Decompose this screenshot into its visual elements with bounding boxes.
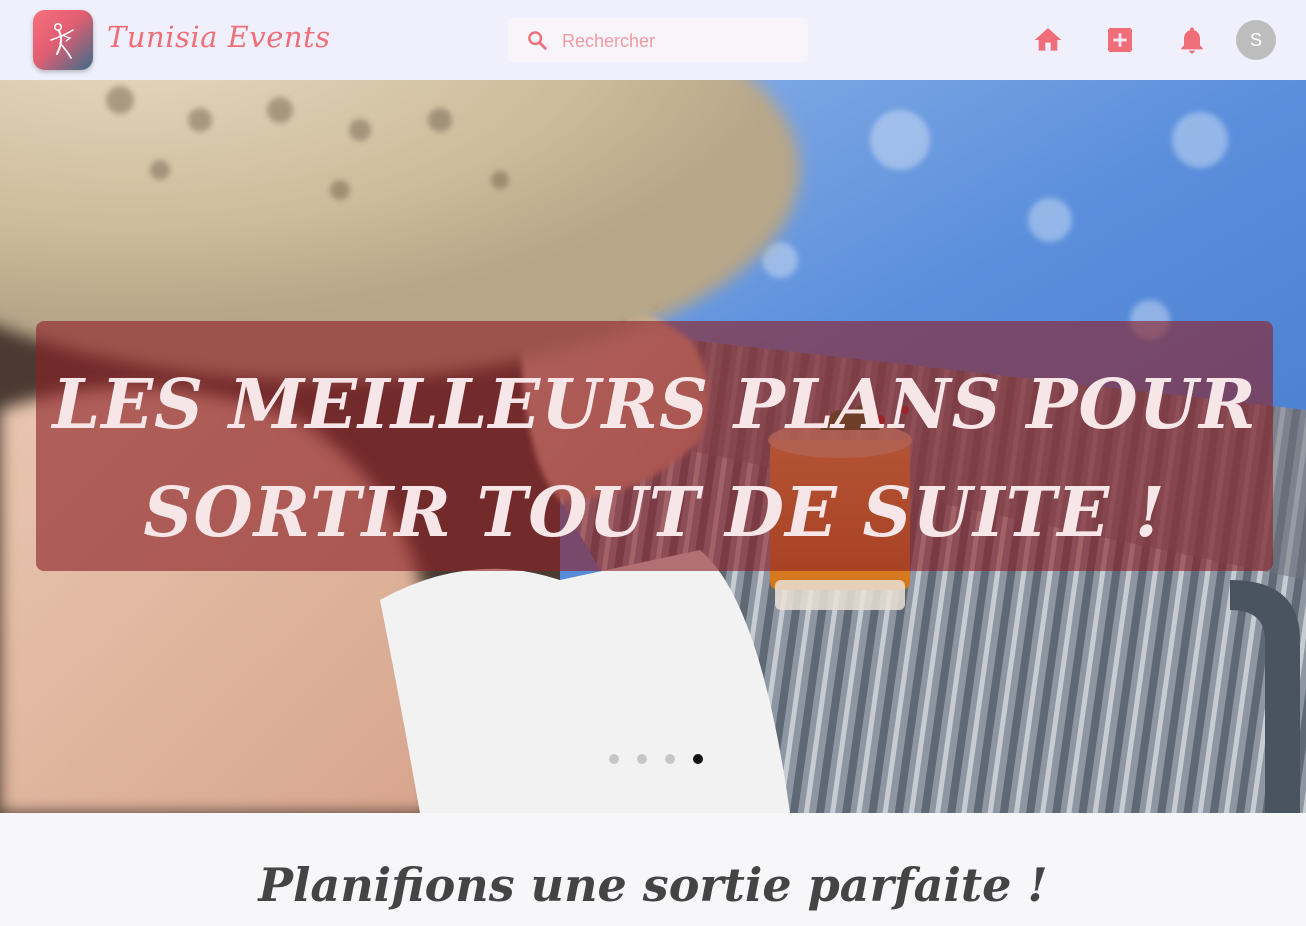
home-icon[interactable]	[1032, 24, 1064, 56]
section-heading: Planifions une sortie parfaite !	[258, 858, 1048, 912]
search-bar	[508, 18, 808, 62]
search-input[interactable]	[560, 24, 804, 58]
search-icon[interactable]	[526, 29, 548, 51]
app-logo[interactable]	[33, 10, 93, 70]
top-app-bar: Tunisia Events S	[0, 0, 1306, 80]
brand-name[interactable]: Tunisia Events	[107, 20, 331, 54]
carousel-dot-2[interactable]	[635, 752, 649, 766]
user-avatar[interactable]: S	[1236, 20, 1276, 60]
carousel-dot-3[interactable]	[663, 752, 677, 766]
dancer-logo-icon	[50, 23, 74, 59]
bell-icon[interactable]	[1176, 24, 1208, 56]
hero-banner: LES MEILLEURS PLANS POUR SORTIR TOUT DE …	[36, 321, 1273, 571]
carousel-dot-4[interactable]	[691, 752, 705, 766]
carousel-dot-1[interactable]	[607, 752, 621, 766]
add-box-icon[interactable]	[1104, 24, 1136, 56]
hero-title: LES MEILLEURS PLANS POUR SORTIR TOUT DE …	[52, 365, 1257, 553]
hero-carousel: LES MEILLEURS PLANS POUR SORTIR TOUT DE …	[0, 80, 1306, 813]
